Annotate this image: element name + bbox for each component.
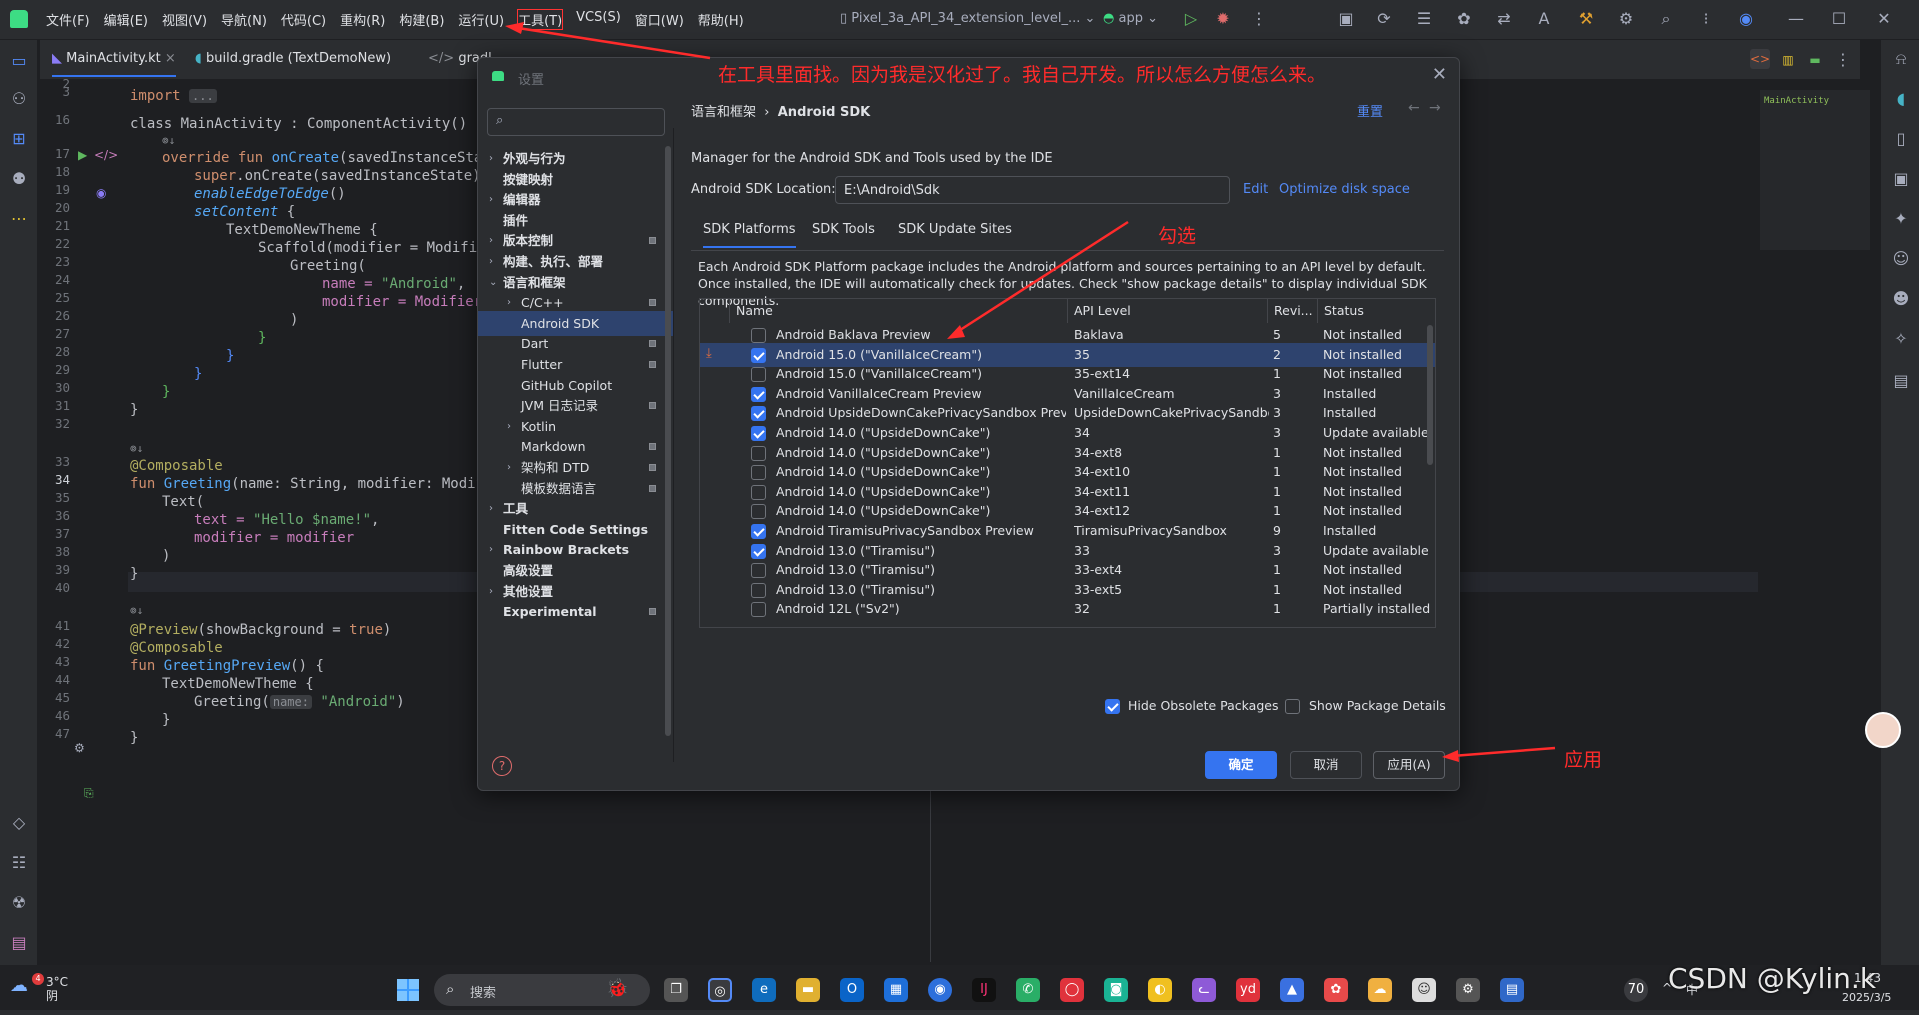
status-bar [0, 1010, 1919, 1015]
arrow-head [947, 325, 965, 339]
taskbar-app-edge[interactable]: e [752, 978, 776, 1002]
taskbar-app-huawei[interactable]: ✿ [1324, 978, 1348, 1002]
weather-icon[interactable]: ☁ [10, 975, 34, 999]
weather-widget[interactable]: 3°C 阴 [46, 975, 68, 1003]
task-view-icon[interactable]: ❐ [664, 978, 688, 1002]
windows-start-icon[interactable] [397, 979, 419, 1001]
taskbar-app-remote[interactable]: ▤ [1500, 978, 1524, 1002]
annotation-check: 勾选 [1158, 225, 1197, 247]
taskbar-app-cat[interactable]: ᓚ [1192, 978, 1216, 1002]
taskbar-app-android-studio[interactable]: ◎ [708, 978, 732, 1002]
taskbar-search[interactable]: ⌕ 搜索 🐞 [434, 974, 650, 1006]
arrow-head [1442, 750, 1459, 762]
arrow-to-checkbox [956, 220, 1129, 334]
taskbar-app-netease[interactable]: ◯ [1060, 978, 1084, 1002]
taskbar-app-cloud[interactable]: ☁ [1368, 978, 1392, 1002]
taskbar-app-vpn[interactable]: ▲ [1280, 978, 1304, 1002]
weather-condition: 阴 [46, 989, 59, 1003]
taskbar-app-youdao[interactable]: yd [1236, 978, 1260, 1002]
temperature: 3°C [46, 975, 69, 989]
taskbar-app-store[interactable]: ▦ [884, 978, 908, 1002]
annotation-arrows [505, 22, 1556, 762]
taskbar-app-intellij[interactable]: IJ [972, 978, 996, 1002]
taskbar-app-outlook[interactable]: O [840, 978, 864, 1002]
taskbar-app-wechat[interactable]: ✆ [1016, 978, 1040, 1002]
taskbar-app-camera[interactable]: ◙ [1104, 978, 1128, 1002]
taskbar-search-label: 搜索 [470, 986, 497, 1001]
taskbar-app-explorer[interactable]: ▬ [796, 978, 820, 1002]
csdn-watermark: CSDN @Kylin.k [1668, 962, 1877, 995]
ladybug-icon: 🐞 [606, 978, 629, 999]
taskbar-app-settings[interactable]: ⚙ [1456, 978, 1480, 1002]
arrow-to-tools-menu [517, 26, 711, 60]
taskbar-app-lemon[interactable]: ◐ [1148, 978, 1172, 1002]
taskbar-app-avatar[interactable]: ☺ [1412, 978, 1436, 1002]
taskbar-app-browser[interactable]: ◉ [928, 978, 952, 1002]
annotation-apply: 应用 [1564, 749, 1603, 771]
arrow-to-apply [1451, 746, 1556, 758]
tray-badge[interactable]: 70 [1624, 978, 1648, 1002]
arrow-head [505, 22, 524, 34]
windows-taskbar: ☁ 4 3°C 阴 ⌕ 搜索 🐞 ❐ ◎ e ▬ O ▦ ◉ IJ ✆ ◯ ◙ ◐ ᓚ… [0, 965, 1919, 1015]
search-icon: ⌕ [446, 980, 455, 998]
annotation-top: 在工具里面找。因为我是汉化过了。我自己开发。所以怎么方便怎么来。 [718, 64, 1327, 86]
weather-badge: 4 [32, 973, 44, 985]
